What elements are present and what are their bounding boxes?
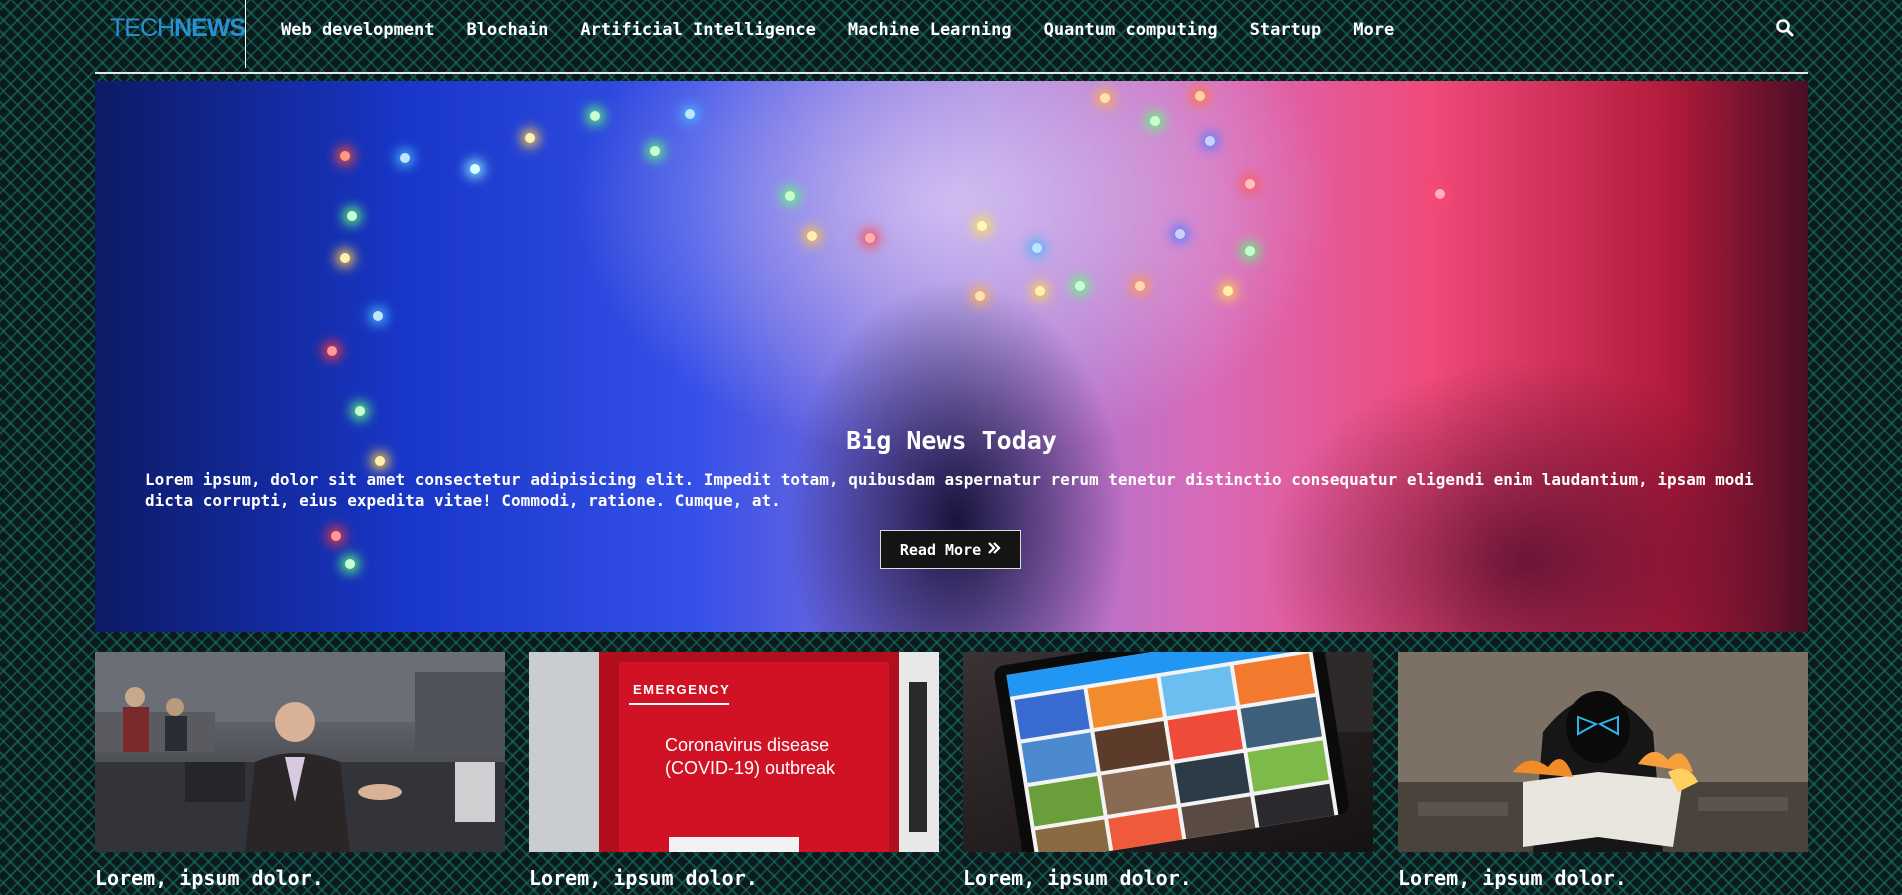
card-image-tablet[interactable] [963, 652, 1373, 852]
sign-header: EMERGENCY [633, 682, 731, 697]
main-nav: Web development Blochain Artificial Inte… [281, 20, 1426, 40]
nav-item-machine-learning[interactable]: Machine Learning [848, 20, 1012, 40]
nav-item-startup[interactable]: Startup [1250, 20, 1322, 40]
card-image-speaker[interactable] [95, 652, 505, 852]
card-image-covid-sign[interactable]: EMERGENCY Coronavirus disease (COVID-19)… [529, 652, 939, 852]
news-card[interactable]: Lorem, ipsum dolor. [95, 652, 505, 890]
hero-title: Big News Today [846, 426, 1057, 455]
card-title[interactable]: Lorem, ipsum dolor. [963, 866, 1373, 890]
card-title[interactable]: Lorem, ipsum dolor. [1398, 866, 1808, 890]
double-chevron-right-icon [987, 541, 1001, 559]
news-card[interactable]: Lorem, ipsum dolor. [963, 652, 1373, 890]
hero-description: Lorem ipsum, dolor sit amet consectetur … [145, 470, 1754, 510]
nav-item-quantum-computing[interactable]: Quantum computing [1044, 20, 1218, 40]
site-logo[interactable]: TECHNEWS [110, 14, 246, 43]
card-title[interactable]: Lorem, ipsum dolor. [95, 866, 505, 890]
news-cards: Lorem, ipsum dolor. EMERGENCY Coronaviru… [95, 652, 1808, 895]
read-more-label: Read More [899, 540, 982, 559]
search-icon[interactable] [1775, 18, 1795, 38]
hero-banner: Big News Today Lorem ipsum, dolor sit am… [95, 81, 1808, 632]
nav-item-web-development[interactable]: Web development [281, 20, 435, 40]
nav-item-artificial-intelligence[interactable]: Artificial Intelligence [580, 20, 815, 40]
news-card[interactable]: EMERGENCY Coronavirus disease (COVID-19)… [529, 652, 939, 890]
logo-part-tech: TECH [110, 14, 175, 42]
card-image-hooded-figure[interactable] [1398, 652, 1808, 852]
nav-item-blockchain[interactable]: Blochain [467, 20, 549, 40]
navbar: TECHNEWS Web development Blochain Artifi… [95, 0, 1808, 74]
read-more-button[interactable]: Read More [880, 530, 1021, 569]
news-card[interactable]: Lorem, ipsum dolor. [1398, 652, 1808, 890]
card-title[interactable]: Lorem, ipsum dolor. [529, 866, 939, 890]
nav-item-more[interactable]: More [1353, 20, 1394, 40]
logo-box[interactable]: TECHNEWS [95, 0, 246, 68]
sign-text: Coronavirus disease (COVID-19) outbreak [665, 735, 836, 778]
logo-part-news: NEWS [174, 14, 246, 42]
